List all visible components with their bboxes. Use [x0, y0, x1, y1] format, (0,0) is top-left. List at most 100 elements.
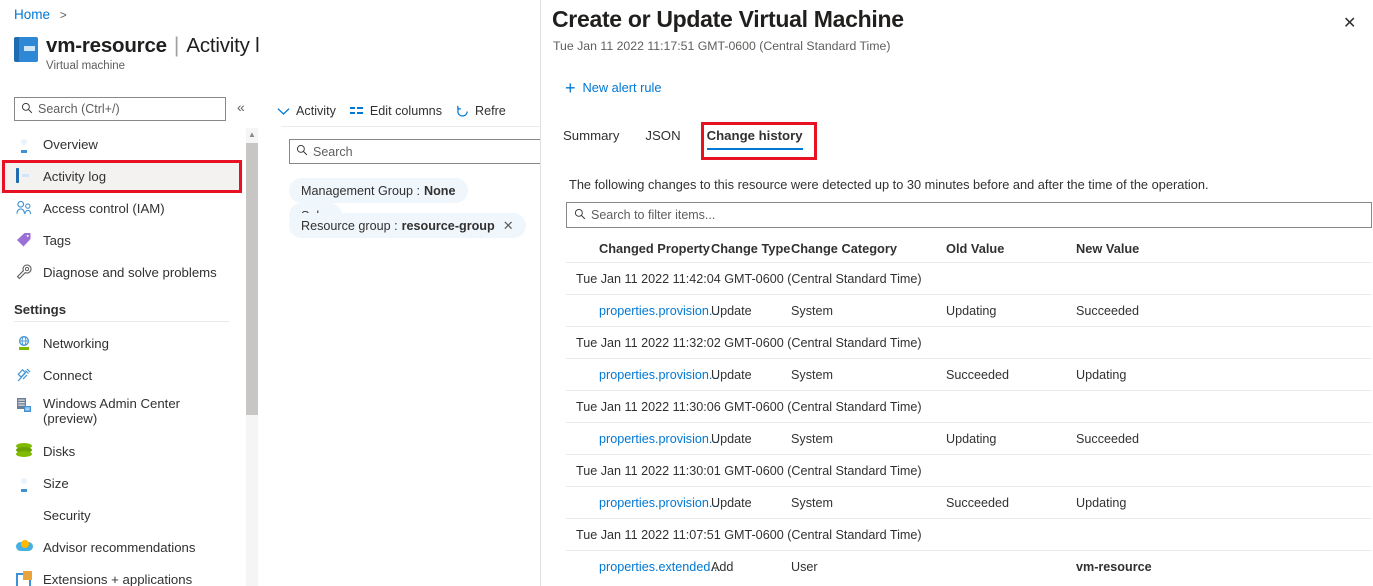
plus-icon: + [565, 77, 576, 98]
sidebar-nav: Overview Activity log Access control (IA… [0, 128, 243, 586]
panel-timestamp: Tue Jan 11 2022 11:17:51 GMT-0600 (Centr… [553, 39, 891, 53]
new-alert-rule-button[interactable]: + New alert rule [565, 77, 661, 98]
plug-icon [16, 367, 33, 384]
search-icon [574, 208, 586, 223]
sidebar-item-networking[interactable]: Networking [0, 327, 243, 359]
sidebar-item-label: Networking [43, 335, 109, 351]
change-category-value: System [791, 367, 833, 382]
sidebar-item-label: Overview [43, 136, 98, 152]
filter-pill-resource-group[interactable]: Resource group : resource-group ✕ [289, 213, 526, 238]
wrench-icon [16, 263, 33, 281]
change-history-header-row: Changed Property Change Type Change Cate… [566, 234, 1372, 262]
search-input[interactable]: Search (Ctrl+/) [14, 97, 226, 121]
changed-property-link[interactable]: properties.provision... [566, 432, 719, 446]
sidebar-item-label: Disks [43, 443, 76, 459]
sidebar-item-diagnose[interactable]: Diagnose and solve problems [0, 256, 243, 288]
breadcrumb: Home > [14, 7, 67, 22]
tab-summary[interactable]: Summary [563, 128, 619, 150]
tag-icon [16, 232, 33, 249]
breadcrumb-home-link[interactable]: Home [14, 7, 50, 22]
resource-header: vm-resource | Activity log Virtual machi… [14, 34, 282, 72]
panel-description: The following changes to this resource w… [569, 177, 1209, 192]
tab-change-history[interactable]: Change history [706, 128, 803, 150]
change-group-timestamp: Tue Jan 11 2022 11:30:01 GMT-0600 (Centr… [566, 454, 1372, 486]
size-icon [16, 475, 33, 492]
sidebar-scrollbar[interactable]: ▲ [246, 128, 258, 586]
changed-property-link[interactable]: properties.extended... [566, 560, 721, 574]
sidebar-item-access-control[interactable]: Access control (IAM) [0, 192, 243, 224]
page-title: vm-resource [46, 34, 167, 57]
sidebar-group-settings: Settings [14, 302, 67, 317]
new-value: Updating [1076, 495, 1127, 510]
changed-property-link[interactable]: properties.provision... [566, 496, 719, 510]
filter-pill-row-2: Resource group : resource-group ✕ [289, 213, 534, 238]
sidebar-scrollbar-thumb[interactable] [246, 143, 258, 415]
book-icon [16, 167, 33, 185]
change-type-value: Update [711, 431, 752, 446]
sidebar-item-extensions-applications[interactable]: Extensions + applications [0, 563, 243, 586]
search-input-placeholder: Search (Ctrl+/) [38, 102, 120, 116]
refresh-button[interactable]: Refre [456, 104, 506, 118]
sidebar-item-tags[interactable]: Tags [0, 224, 243, 256]
filter-items-placeholder: Search to filter items... [591, 208, 716, 222]
chevron-down-icon [277, 107, 290, 116]
advisor-icon [16, 539, 33, 556]
close-icon[interactable]: ✕ [503, 218, 514, 234]
search-icon [21, 102, 33, 117]
edit-columns-button[interactable]: Edit columns [349, 104, 442, 118]
columns-icon [349, 106, 364, 117]
sidebar-item-connect[interactable]: Connect [0, 359, 243, 391]
changed-property-link[interactable]: properties.provision... [566, 368, 719, 382]
change-category-value: System [791, 303, 833, 318]
sidebar-item-label: Size [43, 475, 69, 491]
azure-portal-screen: Home > vm-resource | Activity log Virtua… [0, 0, 1373, 586]
filter-pill-label: Management Group : [301, 183, 421, 198]
old-value: Updating [946, 431, 997, 446]
filter-pill-value: resource-group [401, 218, 495, 233]
breadcrumb-separator: > [59, 8, 67, 22]
sidebar-item-windows-admin-center[interactable]: Windows Admin Center (preview) [0, 391, 243, 435]
edit-columns-label: Edit columns [369, 104, 442, 118]
table-row[interactable]: properties.provision... Update System Up… [566, 422, 1372, 454]
panel-tabs: Summary JSON Change history [563, 128, 829, 150]
filter-items-input[interactable]: Search to filter items... [566, 202, 1372, 228]
chevron-double-left-icon[interactable]: « [237, 99, 245, 115]
activity-search-placeholder: Search [313, 144, 353, 159]
network-icon [16, 335, 33, 352]
sidebar-item-activity-log[interactable]: Activity log [0, 160, 243, 192]
change-type-value: Update [711, 303, 752, 318]
extensions-icon [16, 571, 33, 586]
column-header-changed-property: Changed Property [599, 240, 710, 256]
activity-log-list-pane: Activity Edit columns Refre Search Manag… [259, 0, 540, 586]
change-group-timestamp: Tue Jan 11 2022 11:30:06 GMT-0600 (Centr… [566, 390, 1372, 422]
tab-json[interactable]: JSON [645, 128, 680, 150]
table-row[interactable]: properties.provision... Update System Su… [566, 486, 1372, 518]
changed-property-link[interactable]: properties.provision... [566, 304, 719, 318]
sidebar-item-advisor-recommendations[interactable]: Advisor recommendations [0, 531, 243, 563]
sidebar-item-label: Access control (IAM) [43, 200, 165, 216]
close-icon[interactable]: ✕ [1343, 13, 1356, 33]
sidebar-item-disks[interactable]: Disks [0, 435, 243, 467]
column-header-change-type: Change Type [711, 240, 791, 256]
sidebar-item-label: Security [43, 507, 91, 523]
scroll-up-icon[interactable]: ▲ [246, 128, 258, 141]
refresh-label: Refre [475, 104, 506, 118]
refresh-icon [456, 105, 469, 118]
activity-filter-button[interactable]: Activity [277, 104, 336, 118]
title-divider: | [173, 34, 180, 57]
activity-search-input[interactable]: Search [289, 139, 540, 164]
old-value: Succeeded [946, 367, 1010, 382]
sidebar-item-overview[interactable]: Overview [0, 128, 243, 160]
filter-pill-management-group[interactable]: Management Group : None [289, 178, 468, 203]
toolbar-divider [281, 126, 540, 127]
sidebar-item-size[interactable]: Size [0, 467, 243, 499]
virtual-machine-icon [14, 37, 38, 63]
sidebar-item-security[interactable]: Security [0, 499, 243, 531]
change-category-value: System [791, 431, 833, 446]
table-row[interactable]: properties.extended... Add User vm-resou… [566, 550, 1372, 582]
sidebar-item-label: Windows Admin Center (preview) [43, 396, 181, 426]
sidebar-item-label: Activity log [43, 168, 107, 184]
disk-icon [16, 442, 33, 460]
table-row[interactable]: properties.provision... Update System Up… [566, 294, 1372, 326]
table-row[interactable]: properties.provision... Update System Su… [566, 358, 1372, 390]
